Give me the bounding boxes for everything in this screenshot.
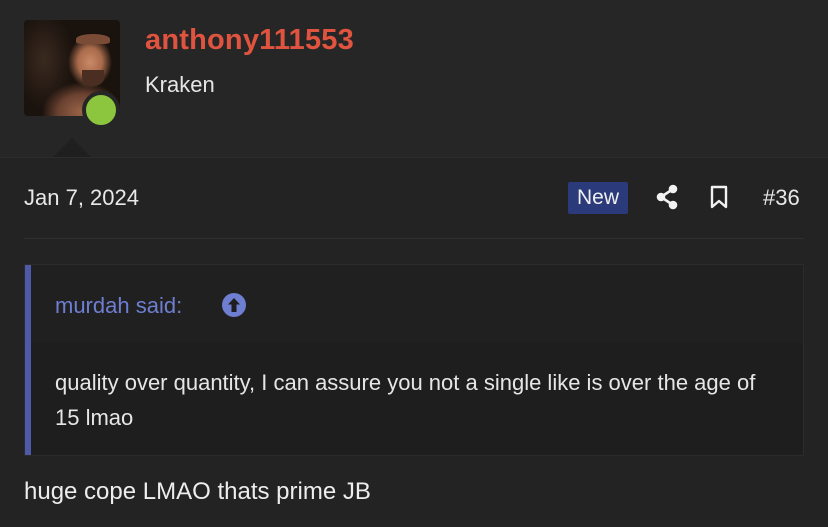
share-icon[interactable] xyxy=(655,184,679,210)
post-date-link[interactable]: Jan 7, 2024 xyxy=(24,185,139,211)
post-container: anthony111553 Kraken Jan 7, 2024 New #36… xyxy=(0,0,828,527)
new-badge: New xyxy=(568,182,628,214)
avatar-detail xyxy=(82,70,104,86)
bookmark-icon[interactable] xyxy=(709,185,729,209)
username-link[interactable]: anthony111553 xyxy=(145,24,354,57)
quote-block: murdah said: quality over quantity, I ca… xyxy=(24,264,804,456)
quote-author-link[interactable]: murdah said: xyxy=(55,293,182,319)
divider xyxy=(24,238,804,239)
user-title: Kraken xyxy=(145,72,215,97)
post-message: huge cope LMAO thats prime JB xyxy=(24,478,371,505)
avatar-detail xyxy=(76,34,110,44)
quote-text: quality over quantity, I can assure you … xyxy=(55,370,756,430)
user-block-pointer xyxy=(52,138,92,158)
post-number-link[interactable]: #36 xyxy=(763,185,800,211)
online-status-indicator xyxy=(82,91,120,129)
arrow-up-circle-icon[interactable] xyxy=(221,292,247,318)
user-block: anthony111553 Kraken xyxy=(0,0,828,158)
divider xyxy=(0,157,828,158)
